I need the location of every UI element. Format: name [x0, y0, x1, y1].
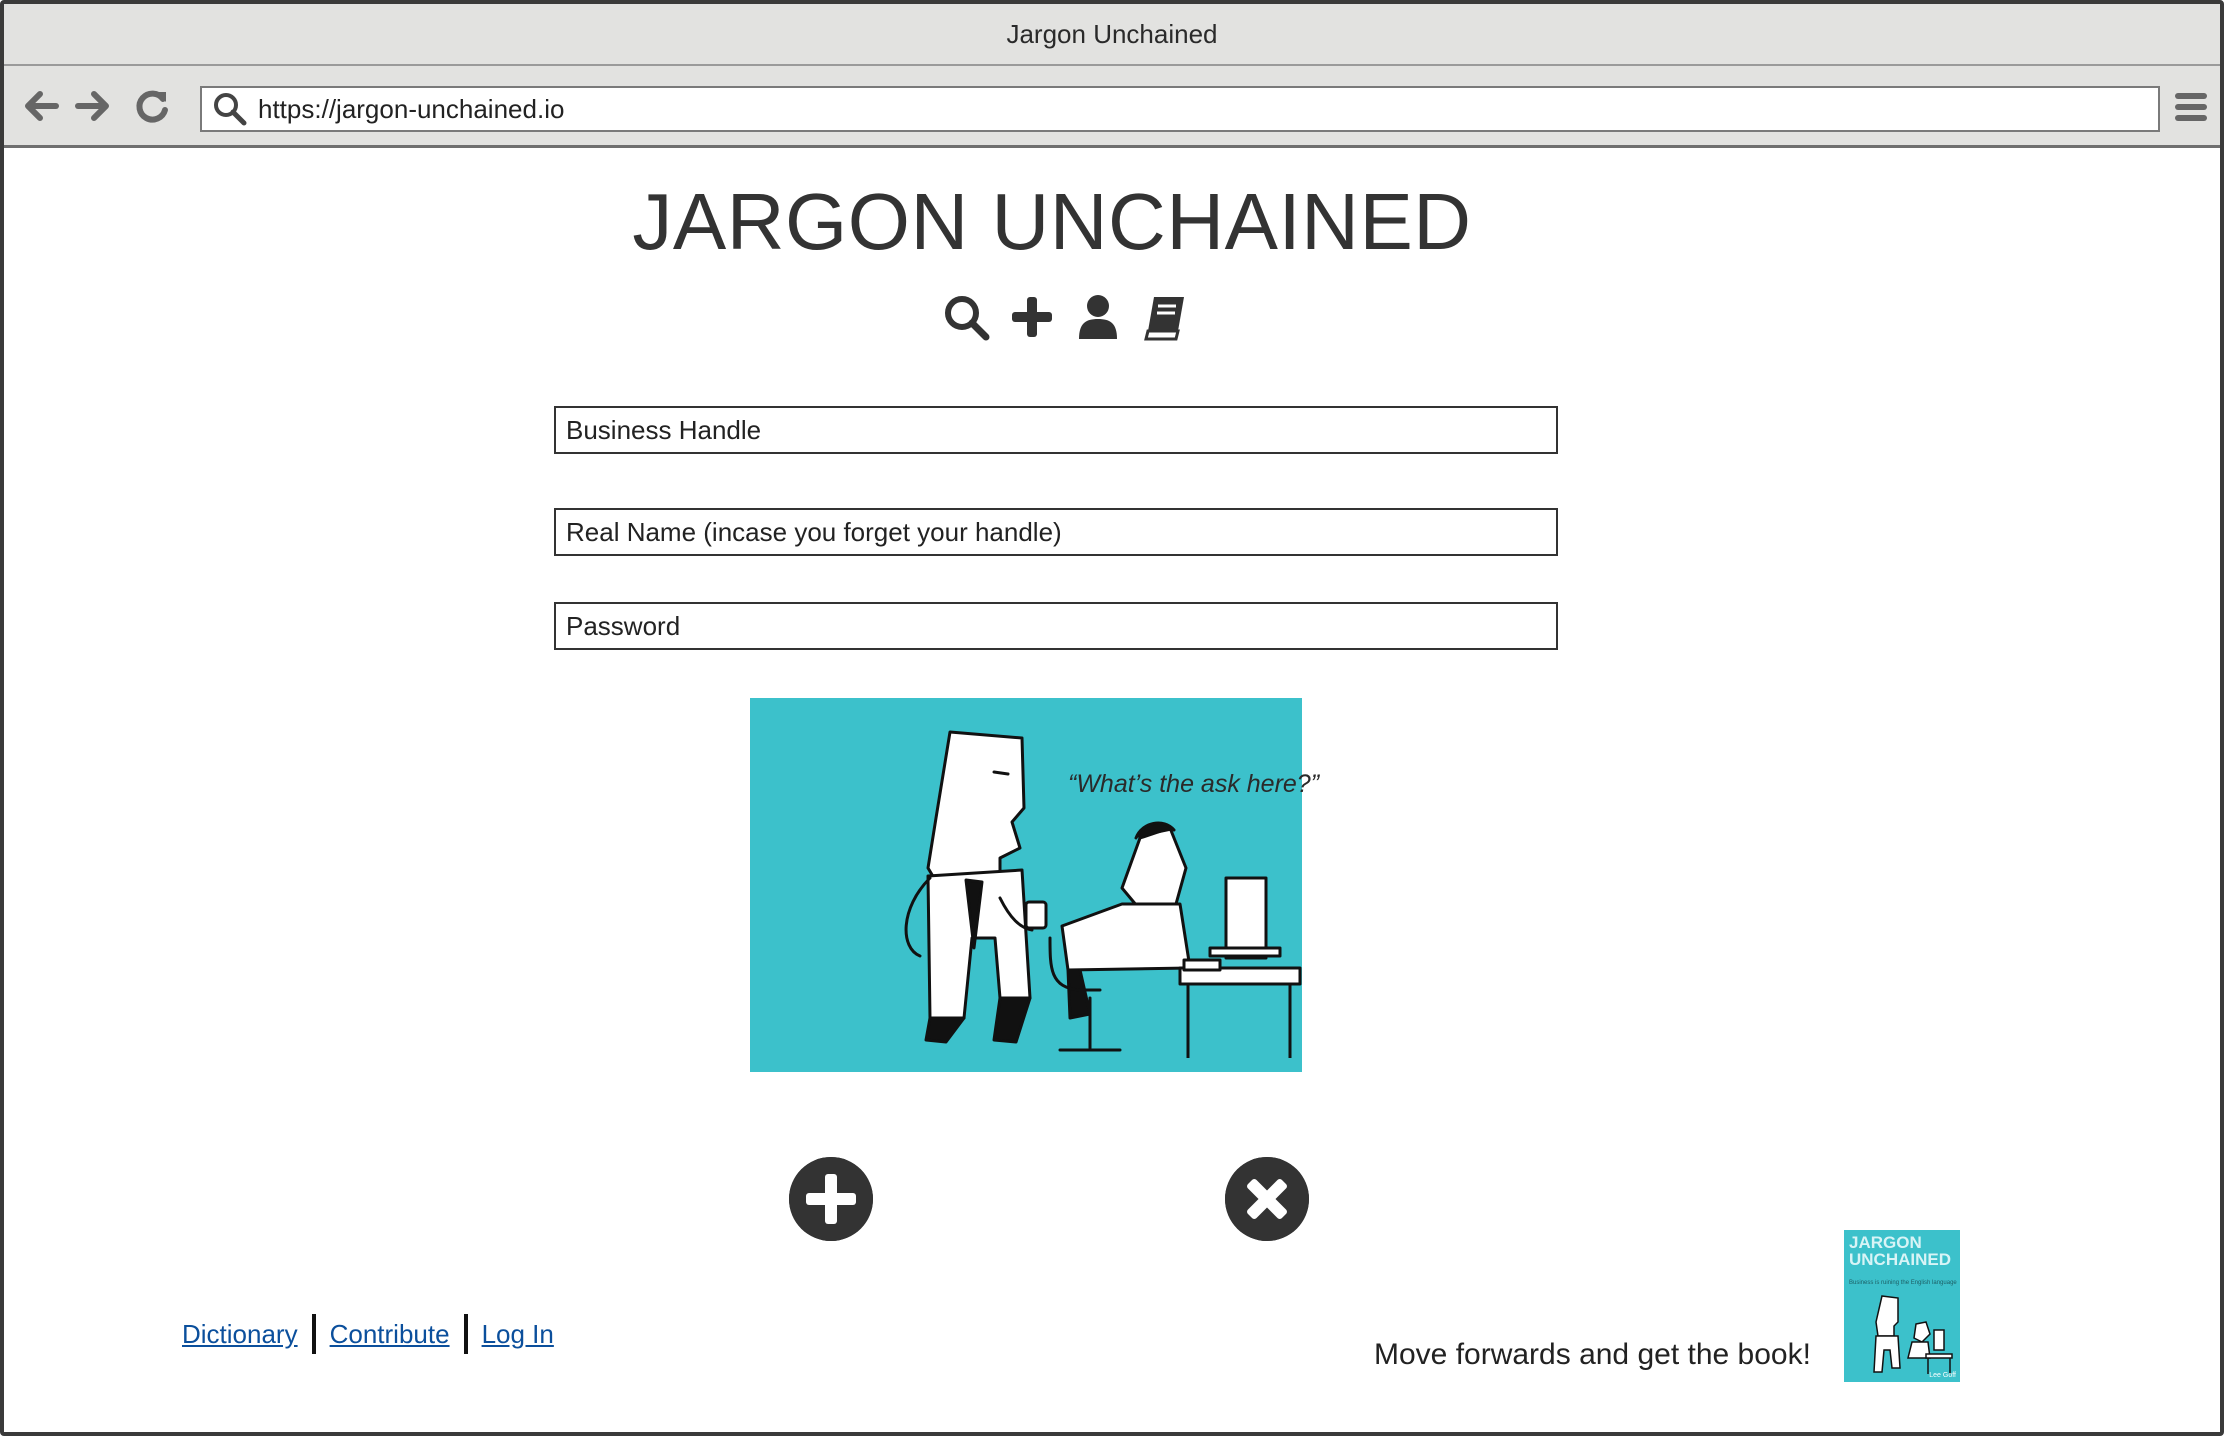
business-handle-placeholder: Business Handle [566, 414, 762, 445]
plus-icon[interactable] [1008, 293, 1056, 341]
user-icon[interactable] [1074, 293, 1122, 341]
address-bar[interactable]: https://jargon-unchained.io [200, 86, 2160, 132]
window-title: Jargon Unchained [1006, 18, 1218, 49]
window-titlebar: Jargon Unchained [4, 4, 2220, 66]
book-icon[interactable] [1140, 293, 1188, 341]
footer-link-contribute[interactable]: Contribute [330, 1319, 450, 1350]
business-handle-field[interactable]: Business Handle [554, 406, 1558, 454]
cartoon-quote: “What’s the ask here?” [1068, 770, 1320, 798]
browser-window: Jargon Unchained https://jargon-unchaine… [0, 0, 2224, 1436]
times-circle-icon [1225, 1157, 1309, 1241]
search-icon [212, 91, 248, 127]
site-title: JARGON UNCHAINED [632, 177, 1472, 266]
browser-toolbar: https://jargon-unchained.io [4, 66, 2220, 148]
link-separator [311, 1314, 316, 1354]
book-title: JARGON UNCHAINED [1849, 1233, 1951, 1269]
book-cover-image[interactable]: JARGON UNCHAINED Business is ruining the… [1844, 1230, 1960, 1382]
footer-link-login[interactable]: Log In [482, 1319, 554, 1350]
plus-circle-icon [789, 1157, 873, 1241]
main-nav [942, 290, 1192, 344]
footer-nav: Dictionary Contribute Log In [182, 1314, 554, 1354]
book-subtitle: Business is ruining the English language [1849, 1280, 1957, 1286]
link-separator [463, 1314, 468, 1354]
search-icon[interactable] [942, 293, 990, 341]
real-name-field[interactable]: Real Name (incase you forget your handle… [554, 508, 1558, 556]
page-content: JARGON UNCHAINED Business Handle Real Na… [4, 148, 2220, 1432]
book-cover-art [1873, 1295, 1953, 1374]
book-author: Lee Goff [1929, 1372, 1956, 1379]
cartoon-illustration: “What’s the ask here?” [750, 698, 1319, 1072]
book-promo-text: Move forwards and get the book! [1374, 1338, 1811, 1371]
back-arrow-icon[interactable] [22, 86, 62, 126]
footer-link-dictionary[interactable]: Dictionary [182, 1319, 298, 1350]
real-name-placeholder: Real Name (incase you forget your handle… [566, 516, 1062, 547]
reload-icon[interactable] [132, 86, 172, 126]
office-cartoon-drawing [904, 730, 1302, 1058]
add-button[interactable] [789, 1157, 873, 1241]
password-placeholder: Password [566, 610, 681, 641]
hamburger-menu-icon[interactable] [2174, 90, 2208, 124]
cancel-button[interactable] [1225, 1157, 1309, 1241]
password-field[interactable]: Password [554, 602, 1558, 650]
url-text: https://jargon-unchained.io [258, 93, 565, 124]
forward-arrow-icon[interactable] [72, 86, 112, 126]
